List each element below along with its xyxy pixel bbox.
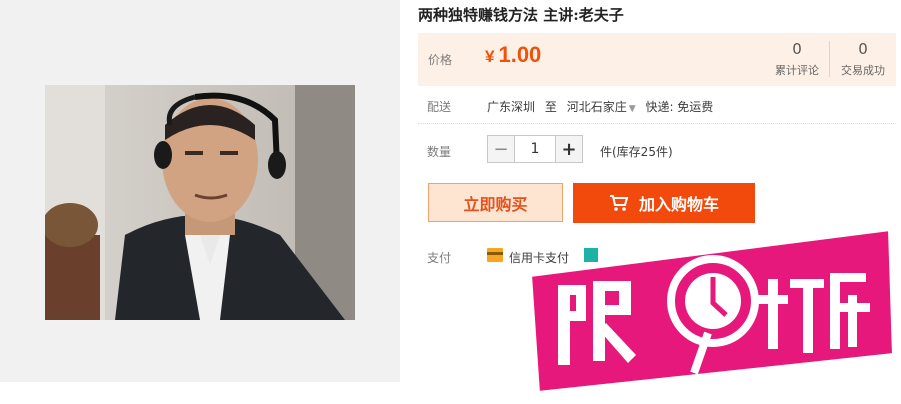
ship-destination-select[interactable]: 河北石家庄 — [567, 100, 627, 114]
review-count: 0 — [792, 40, 802, 58]
ship-to-word: 至 — [544, 100, 557, 114]
stat-divider — [829, 41, 830, 77]
quantity-decrease-button[interactable]: − — [487, 135, 515, 163]
review-count-label: 累计评论 — [775, 64, 819, 77]
chevron-down-icon[interactable]: ▼ — [629, 104, 636, 114]
payment-label: 支付 — [427, 251, 452, 265]
shipping-row: 广东深圳 至 河北石家庄 ▼ 快递: 免运费 — [487, 98, 719, 115]
sales-count: 0 — [858, 40, 868, 58]
price-panel: 价格 ¥1.00 0 累计评论 0 交易成功 — [418, 33, 896, 86]
quantity-input[interactable]: 1 — [515, 135, 555, 163]
shipping-label: 配送 — [427, 100, 452, 114]
currency-symbol: ¥ — [485, 47, 495, 66]
credit-card-icon — [487, 248, 503, 262]
quantity-stepper: − 1 + — [487, 135, 583, 163]
stock-info: 件(库存25件) — [600, 145, 673, 159]
cart-icon — [609, 195, 629, 211]
product-title: 两种独特赚钱方法 主讲:老夫子 — [418, 6, 624, 24]
sales-count-label: 交易成功 — [841, 64, 885, 77]
buy-now-button[interactable]: 立即购买 — [428, 183, 563, 222]
quantity-increase-button[interactable]: + — [555, 135, 583, 163]
sales-count-stat[interactable]: 0 交易成功 — [833, 40, 893, 78]
limited-sale-badge — [527, 226, 897, 396]
presenter-photo — [45, 85, 355, 320]
review-count-stat[interactable]: 0 累计评论 — [767, 40, 827, 78]
add-to-cart-button[interactable]: 加入购物车 — [573, 183, 755, 223]
quantity-label: 数量 — [427, 145, 452, 159]
section-divider — [418, 123, 896, 124]
price-value: ¥1.00 — [485, 42, 541, 68]
product-main-image[interactable] — [45, 85, 355, 320]
price-amount: 1.00 — [498, 42, 542, 67]
ship-from: 广东深圳 — [487, 100, 536, 114]
product-gallery — [0, 0, 400, 382]
add-to-cart-label: 加入购物车 — [638, 195, 719, 214]
price-label: 价格 — [428, 53, 453, 67]
shipping-method: 快递: 免运费 — [645, 100, 714, 114]
